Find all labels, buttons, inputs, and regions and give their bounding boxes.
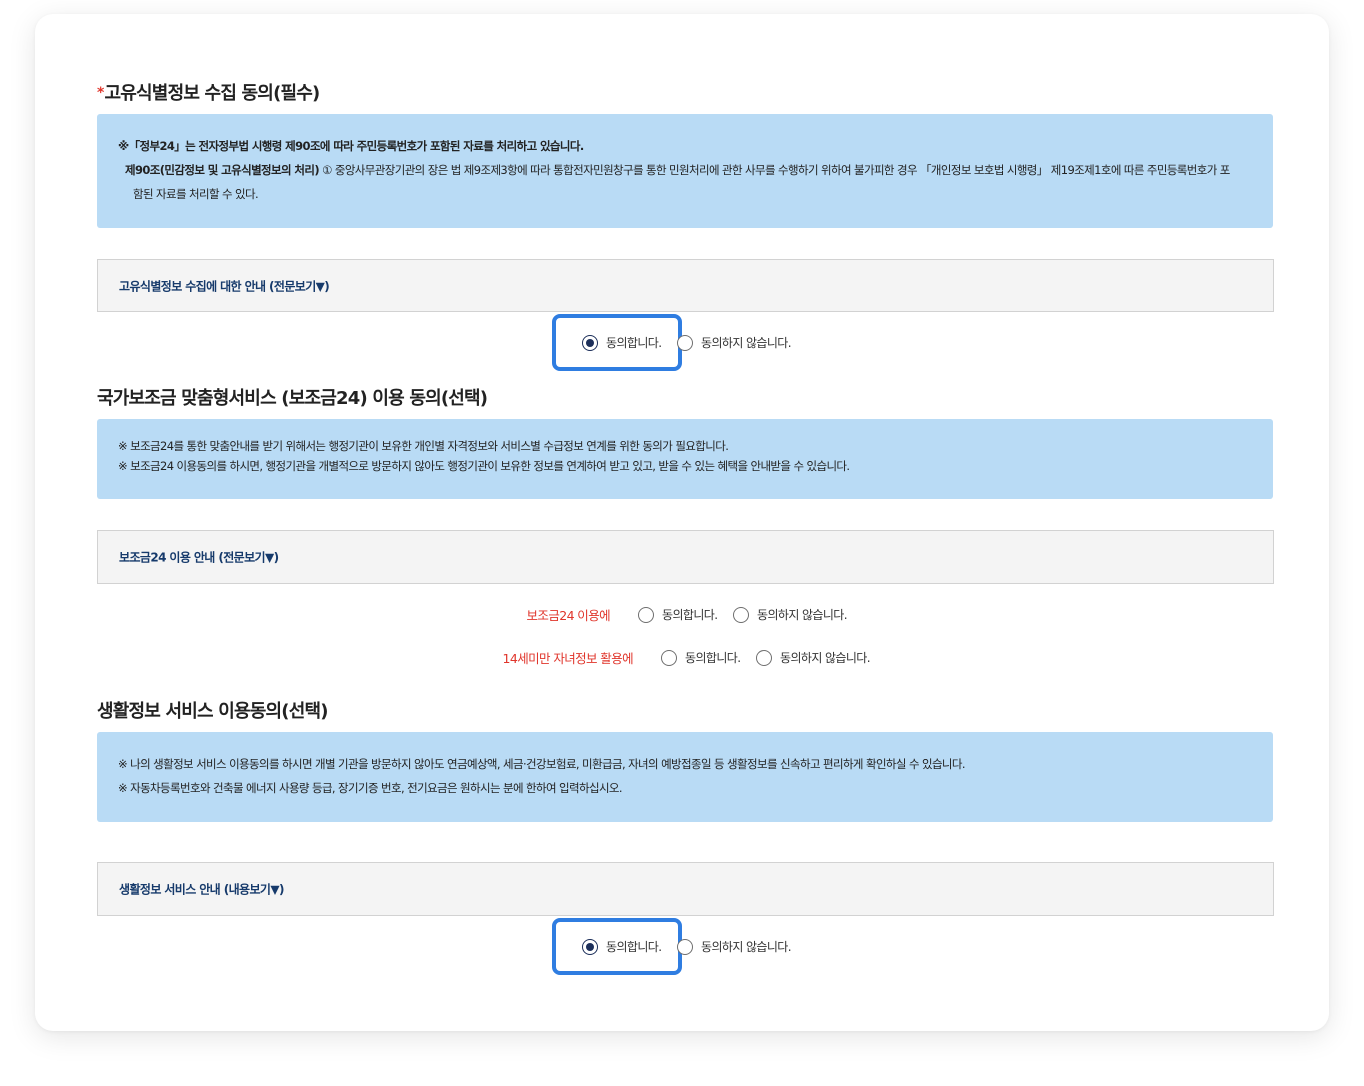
section3-notice-line2: ※ 자동차등록번호와 건축물 에너지 사용량 등급, 장기기증 번호, 전기요금… [118, 781, 623, 795]
section2-guide-toggle[interactable]: 보조금24 이용 안내 (전문보기▼) [97, 530, 1274, 584]
subsidy24-disagree-radio[interactable] [733, 606, 749, 623]
section3-agree-radio[interactable] [582, 938, 598, 955]
section3-guide-toggle[interactable]: 생활정보 서비스 안내 (내용보기▼) [97, 862, 1274, 916]
child-info-disagree-label: 동의하지 않습니다. [780, 651, 871, 665]
child-info-disagree-option[interactable]: 동의하지 않습니다. [756, 649, 871, 666]
section1-notice-line3: 함된 자료를 처리할 수 있다. [133, 187, 259, 201]
section1-disagree-label: 동의하지 않습니다. [701, 336, 792, 350]
subsidy24-agree-option[interactable]: 동의합니다. [638, 606, 718, 623]
section1-agree-label: 동의합니다. [606, 336, 662, 350]
required-mark: * [97, 85, 104, 101]
section2-title: 국가보조금 맞춤형서비스 (보조금24) 이용 동의(선택) [97, 388, 488, 409]
section1-notice: ※「정부24」는 전자정부법 시행령 제90조에 따라 주민등록번호가 포함된 … [97, 114, 1273, 228]
child-info-agree-option[interactable]: 동의합니다. [661, 649, 741, 666]
child-info-agree-label: 동의합니다. [685, 651, 741, 665]
section1-title: 고유식별정보 수집 동의(필수) [104, 83, 321, 104]
section3-disagree-label: 동의하지 않습니다. [701, 940, 792, 954]
section2-notice-line2: ※ 보조금24 이용동의를 하시면, 행정기관을 개별적으로 방문하지 않아도 … [118, 459, 850, 473]
section2-guide-label: 보조금24 이용 안내 (전문보기▼) [119, 550, 279, 565]
section1-title-row: *고유식별정보 수집 동의(필수) [97, 79, 321, 105]
section1-guide-label: 고유식별정보 수집에 대한 안내 (전문보기▼) [119, 279, 330, 293]
section3-agree-option[interactable]: 동의합니다. [582, 938, 662, 955]
section2-notice-line1: ※ 보조금24를 통한 맞춤안내를 받기 위해서는 행정기관이 보유한 개인별 … [118, 439, 729, 453]
section1-notice-line2-rest: ① 중앙사무관장기관의 장은 법 제9조제3항에 따라 통합전자민원창구를 통한… [319, 163, 1230, 177]
section3-disagree-option[interactable]: 동의하지 않습니다. [677, 938, 792, 955]
section1-agree-radio[interactable] [582, 334, 598, 351]
child-info-disagree-radio[interactable] [756, 649, 772, 666]
section3-disagree-radio[interactable] [677, 938, 693, 955]
section3-guide-label: 생활정보 서비스 안내 (내용보기▼) [119, 882, 284, 897]
section1-disagree-radio[interactable] [677, 334, 693, 351]
section2-notice: ※ 보조금24를 통한 맞춤안내를 받기 위해서는 행정기관이 보유한 개인별 … [97, 419, 1273, 499]
section3-notice: ※ 나의 생활정보 서비스 이용동의를 하시면 개별 기관을 방문하지 않아도 … [97, 732, 1273, 822]
subsidy24-agree-radio[interactable] [638, 606, 654, 623]
subsidy24-disagree-label: 동의하지 않습니다. [757, 608, 848, 622]
section3-notice-line1: ※ 나의 생활정보 서비스 이용동의를 하시면 개별 기관을 방문하지 않아도 … [118, 757, 966, 771]
section1-guide-toggle[interactable]: 고유식별정보 수집에 대한 안내 (전문보기▼) [97, 259, 1274, 312]
child-info-agree-radio[interactable] [661, 649, 677, 666]
child-info-row-label: 14세미만 자녀정보 활용에 [502, 651, 634, 666]
subsidy24-disagree-option[interactable]: 동의하지 않습니다. [733, 606, 848, 623]
section3-agree-label: 동의합니다. [606, 940, 662, 954]
subsidy24-row-label: 보조금24 이용에 [526, 608, 611, 623]
subsidy24-agree-label: 동의합니다. [662, 608, 718, 622]
section1-notice-line2: 제90조(민감정보 및 고유식별정보의 처리) ① 중앙사무관장기관의 장은 법… [118, 158, 1273, 182]
section1-notice-line2-bold: 제90조(민감정보 및 고유식별정보의 처리) [125, 163, 320, 177]
section3-title: 생활정보 서비스 이용동의(선택) [97, 701, 328, 722]
section1-disagree-option[interactable]: 동의하지 않습니다. [677, 334, 792, 351]
section1-agree-option[interactable]: 동의합니다. [582, 334, 662, 351]
section1-notice-line1: ※「정부24」는 전자정부법 시행령 제90조에 따라 주민등록번호가 포함된 … [118, 139, 584, 153]
